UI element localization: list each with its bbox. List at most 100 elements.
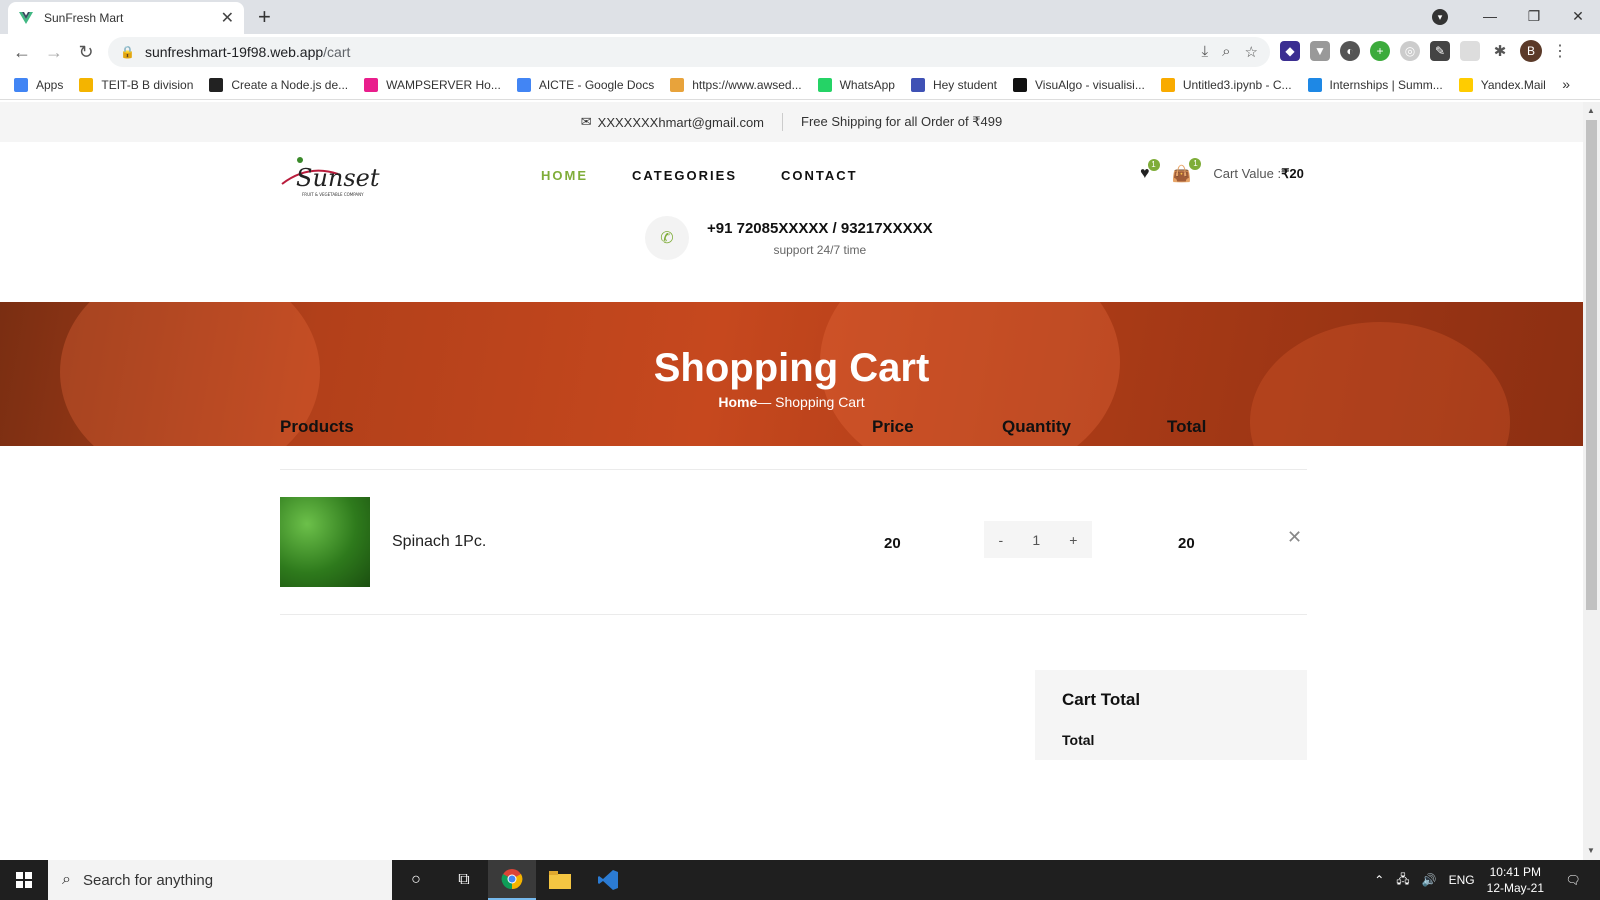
phone-number: +91 72085XXXXX / 93217XXXXX [707,219,933,237]
support-text: support 24/7 time [773,242,867,257]
address-bar[interactable]: 🔒 sunfreshmart-19f98.web.app/cart ⤓ ⌕ ☆ [108,37,1270,67]
bookmark-item[interactable]: Apps [14,77,63,92]
cart-table-header: Products Price Quantity Total [280,415,1307,470]
breadcrumb: Home— Shopping Cart [718,394,865,410]
extension-icon[interactable]: + [1370,41,1390,61]
cortana-icon[interactable]: ○ [392,860,440,900]
cart-total-title: Cart Total [1062,690,1141,709]
shopping-bag-icon: 👜 [1171,166,1192,183]
wishlist-button[interactable]: ♥ 1 [1140,159,1160,183]
bookmark-favicon-icon [1458,77,1473,92]
bookmark-favicon-icon [1160,77,1175,92]
new-tab-icon[interactable]: + [258,4,271,30]
cart-value: Cart Value :₹20 [1213,166,1304,181]
bookmark-favicon-icon [817,77,832,92]
page-scrollbar[interactable]: ▲ ▼ [1583,102,1600,860]
tray-chevron-icon[interactable]: ⌃ [1374,873,1384,887]
bookmarks-overflow-icon[interactable]: » [1562,76,1570,92]
vue-favicon-icon [19,12,33,24]
nav-contact[interactable]: CONTACT [781,168,858,183]
task-view-icon[interactable]: ⧉ [440,860,488,900]
cart-button[interactable]: 👜 1 [1171,158,1202,184]
tab-close-icon[interactable]: ✕ [221,8,234,28]
cart-table: Products Price Quantity Total Spinach 1P… [280,415,1307,615]
decrease-button[interactable]: - [999,532,1004,548]
reload-icon[interactable]: ↻ [70,42,102,63]
bookmark-item[interactable]: AICTE - Google Docs [516,77,654,92]
zoom-icon[interactable]: ⌕ [1222,43,1230,61]
minimize-icon[interactable]: — [1468,8,1512,24]
bookmark-item[interactable]: Create a Node.js de... [209,77,348,92]
bookmark-item[interactable]: VisuAlgo - visualisi... [1013,77,1145,92]
nav-home[interactable]: HOME [541,168,588,183]
header-cart-area: ♥ 1 👜 1 Cart Value :₹20 [1140,158,1304,184]
install-icon[interactable]: ⤓ [1202,43,1209,61]
lock-icon: 🔒 [120,45,135,59]
sunset-logo[interactable]: Sunset FRUIT & VEGETABLE COMPANY [278,154,388,202]
breadcrumb-home[interactable]: Home [718,394,757,410]
page-title: Shopping Cart [653,346,930,390]
url-text: sunfreshmart-19f98.web.app/cart [144,44,351,60]
vscode-icon[interactable] [584,860,632,900]
bookmark-item[interactable]: WhatsApp [817,77,895,92]
shipping-notice: Free Shipping for all Order of ₹499 [801,114,1003,129]
wishlist-count-badge: 1 [1147,159,1160,171]
windows-start-icon[interactable] [0,860,48,900]
bookmark-item[interactable]: https://www.awsed... [670,77,802,92]
top-info-bar: ✉ XXXXXXXhmart@gmail.com Free Shipping f… [0,102,1583,142]
quantity-value[interactable]: 1 [1032,532,1040,548]
cart-row: Spinach 1Pc. 20 - 1 + 20 ✕ [280,470,1307,615]
extension-icon[interactable]: ◎ [1400,41,1420,61]
bookmark-item[interactable]: TEIT-B B division [79,77,193,92]
bookmark-star-icon[interactable]: ☆ [1245,43,1258,61]
network-icon[interactable]: 🖧 [1396,870,1409,891]
bookmark-item[interactable]: WAMPSERVER Ho... [364,77,501,92]
taskbar-search[interactable]: ⌕ Search for anything [48,860,392,900]
extensions-puzzle-icon[interactable]: ✱ [1490,41,1510,61]
browser-tab[interactable]: SunFresh Mart ✕ [8,2,244,34]
chrome-icon[interactable] [488,860,536,900]
cart-count-badge: 1 [1189,158,1202,170]
svg-text:FRUIT & VEGETABLE COMPANY: FRUIT & VEGETABLE COMPANY [302,192,364,197]
phone-contact: ✆ +91 72085XXXXX / 93217XXXXX support 24… [645,216,933,260]
breadcrumb-current: Shopping Cart [775,394,865,410]
forward-icon[interactable]: → [38,42,70,63]
extension-icon[interactable]: ◐ [1340,41,1360,61]
clock[interactable]: 10:41 PM 12-May-21 [1487,864,1544,896]
nav-categories[interactable]: CATEGORIES [632,168,737,183]
profile-avatar[interactable]: B [1520,40,1542,62]
browser-menu-icon[interactable]: ⋮ [1552,41,1568,61]
header-total: Total [1167,417,1207,436]
bookmark-favicon-icon [1013,77,1027,92]
taskbar-search-text: Search for anything [82,871,214,889]
window-close-icon[interactable]: ✕ [1556,8,1600,25]
bookmark-item[interactable]: Yandex.Mail [1458,77,1546,92]
volume-icon[interactable]: 🔊 [1422,873,1437,887]
language-indicator[interactable]: ENG [1449,873,1475,887]
bookmark-favicon-icon [670,77,685,92]
windows-taskbar: ⌕ Search for anything ○ ⧉ ⌃ 🖧 🔊 ENG 10:4… [0,860,1600,900]
header-quantity: Quantity [1002,417,1071,436]
extension-icon[interactable]: ▼ [1310,41,1330,61]
back-icon[interactable]: ← [6,42,38,63]
bookmark-item[interactable]: Internships | Summ... [1307,77,1443,92]
envelope-icon: ✉ [580,114,592,129]
extension-icon[interactable] [1460,41,1480,61]
bookmark-item[interactable]: Hey student [910,77,997,92]
bookmark-favicon-icon [209,77,224,92]
extension-icon[interactable]: ✎ [1430,41,1450,61]
bookmarks-bar: Apps TEIT-B B division Create a Node.js de… [0,70,1600,100]
phone-icon: ✆ [645,216,689,260]
bookmark-item[interactable]: Untitled3.ipynb - C... [1160,77,1292,92]
remove-item-icon[interactable]: ✕ [1287,527,1302,548]
file-explorer-icon[interactable] [536,860,584,900]
product-image [280,497,370,587]
tab-search-icon[interactable]: ▾ [1432,9,1448,25]
notifications-icon[interactable]: 🗨 [1558,860,1588,900]
bookmark-favicon-icon [910,77,925,92]
bookmark-favicon-icon [516,77,531,92]
restore-icon[interactable]: ❐ [1512,8,1556,25]
bookmark-favicon-icon [364,77,379,92]
extension-icon[interactable]: ◆ [1280,41,1300,61]
increase-button[interactable]: + [1069,532,1077,548]
